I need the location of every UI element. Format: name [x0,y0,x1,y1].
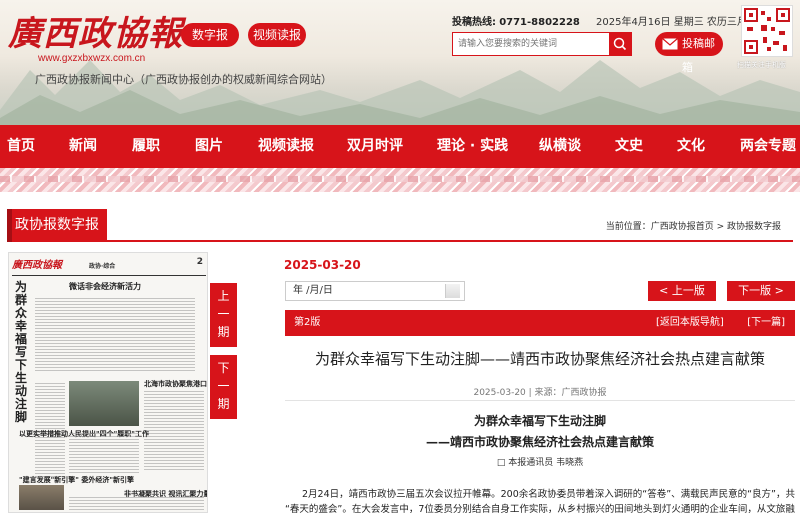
paper-text-block [69,433,139,473]
nav-item-home[interactable]: 首页 [7,125,35,168]
site-logo[interactable]: 廣西政協報 [8,6,183,55]
date-picker[interactable]: 年 /月/日 [285,281,465,301]
article-paragraph: “春天的盛会”。在大会发言中，7位委员分别结合自身工作实际，从乡村振兴的田间地头… [285,504,795,513]
qr-code-icon [744,8,790,54]
section-tab[interactable]: 政协报数字报 [7,209,107,242]
site-url: www.gxzxbxwzx.com.cn [38,53,146,64]
edition-name: 第2版 [294,317,321,328]
submit-email-button[interactable]: 投稿邮箱 [655,32,723,74]
main-nav: 首页 新闻 履职 图片 视频读报 双月时评 理论 · 实践 纵横谈 文史 文化 … [0,125,800,168]
submit-email-label: 投稿邮箱 [682,37,715,74]
nav-item-commentary[interactable]: 双月时评 [347,125,403,168]
paper-headline[interactable]: 微话非会经济新活力 [69,281,141,292]
breadcrumb: 当前位置：广西政协报首页 > 政协报数字报 [605,222,781,232]
paper-vertical-headline: 为群众幸福写下生动注脚 [15,280,28,424]
nav-item-theory[interactable]: 理论 · 实践 [437,125,508,168]
section-header: 政协报数字报 当前位置：广西政协报首页 > 政协报数字报 [7,209,793,242]
article-subheading: ——靖西市政协聚焦经济社会热点建言献策 [425,435,654,449]
next-issue-label: 下一期 [217,361,230,411]
next-issue-button[interactable]: 下一期 [210,355,237,419]
article-heading: 为群众幸福写下生动注脚 [473,414,606,428]
search-icon [613,37,627,51]
video-reading-button[interactable]: 视频读报 [248,23,306,47]
nav-item-news[interactable]: 新闻 [69,125,97,168]
qr-caption: 扫描关注手机版 [737,61,786,69]
decorative-pattern-band [0,176,800,182]
article-meta: 2025-03-20 | 来源：广西政协报 [473,388,607,398]
article-title: 为群众幸福写下生动注脚——靖西市政协聚焦经济社会热点建言献策 [314,350,765,368]
paper-text-block [35,298,195,373]
site-banner: 廣西政協報 www.gxzxbxwzx.com.cn 广西政协报新闻中心（广西政… [0,0,800,125]
paper-text-block [144,391,204,471]
nav-item-culture[interactable]: 文化 [677,125,705,168]
paper-headline[interactable]: 北海市政协聚焦港口人才"硬核力量" [144,379,207,389]
prev-issue-label: 上一期 [217,289,230,339]
search-button[interactable] [609,33,631,55]
paper-text-block [69,497,204,512]
nav-item-photos[interactable]: 图片 [195,125,223,168]
paper-page-number: 2 [196,257,203,267]
paper-photo [19,485,64,510]
paper-headline[interactable]: "建言发展"新引擎" 委外经济"新引擎 [19,475,134,485]
site-description: 广西政协报新闻中心（广西政协报创办的权威新闻综合网站） [35,73,332,86]
paper-photo [69,381,139,426]
nav-item-two-sessions[interactable]: 两会专题 [740,125,796,168]
next-article-link[interactable]: [下一篇] [747,310,785,336]
hotline-number: 0771-8802228 [499,17,580,28]
nav-item-history[interactable]: 文史 [615,125,643,168]
publication-date: 2025-03-20 [284,258,361,272]
search-input[interactable] [453,33,611,55]
paper-masthead: 廣西政協報 [12,260,62,271]
article-divider [285,400,795,401]
back-to-edition-nav-link[interactable]: [返回本版导航] [656,310,724,336]
next-edition-button[interactable]: 下一版 > [727,281,795,301]
paper-divider [12,275,206,276]
paper-section-label: 政协·综合 [89,263,116,270]
nav-item-discussion[interactable]: 纵横谈 [539,125,581,168]
article-byline: □ 本报通讯员 韦晓燕 [496,458,584,468]
envelope-icon [662,38,678,50]
edition-bar: 第2版 [返回本版导航] [下一篇] [285,310,795,336]
prev-issue-button[interactable]: 上一期 [210,283,237,347]
prev-edition-button[interactable]: < 上一版 [648,281,716,301]
hotline-label: 投稿热线: [452,17,496,28]
digital-paper-button[interactable]: 数字报 [181,23,239,47]
article-paragraph: 2月24日，靖西市政协三届五次会议拉开帷幕。200余名政协委员带着深入调研的“答… [302,489,795,500]
nav-item-video[interactable]: 视频读报 [258,125,314,168]
nav-item-duties[interactable]: 履职 [132,125,160,168]
hotline: 投稿热线: 0771-8802228 [452,13,580,28]
search-box [452,32,632,56]
qr-code [741,5,793,57]
newspaper-page-preview[interactable]: 廣西政協報 政协·综合 2 为群众幸福写下生动注脚 微话非会经济新活力 北海市政… [8,252,208,513]
